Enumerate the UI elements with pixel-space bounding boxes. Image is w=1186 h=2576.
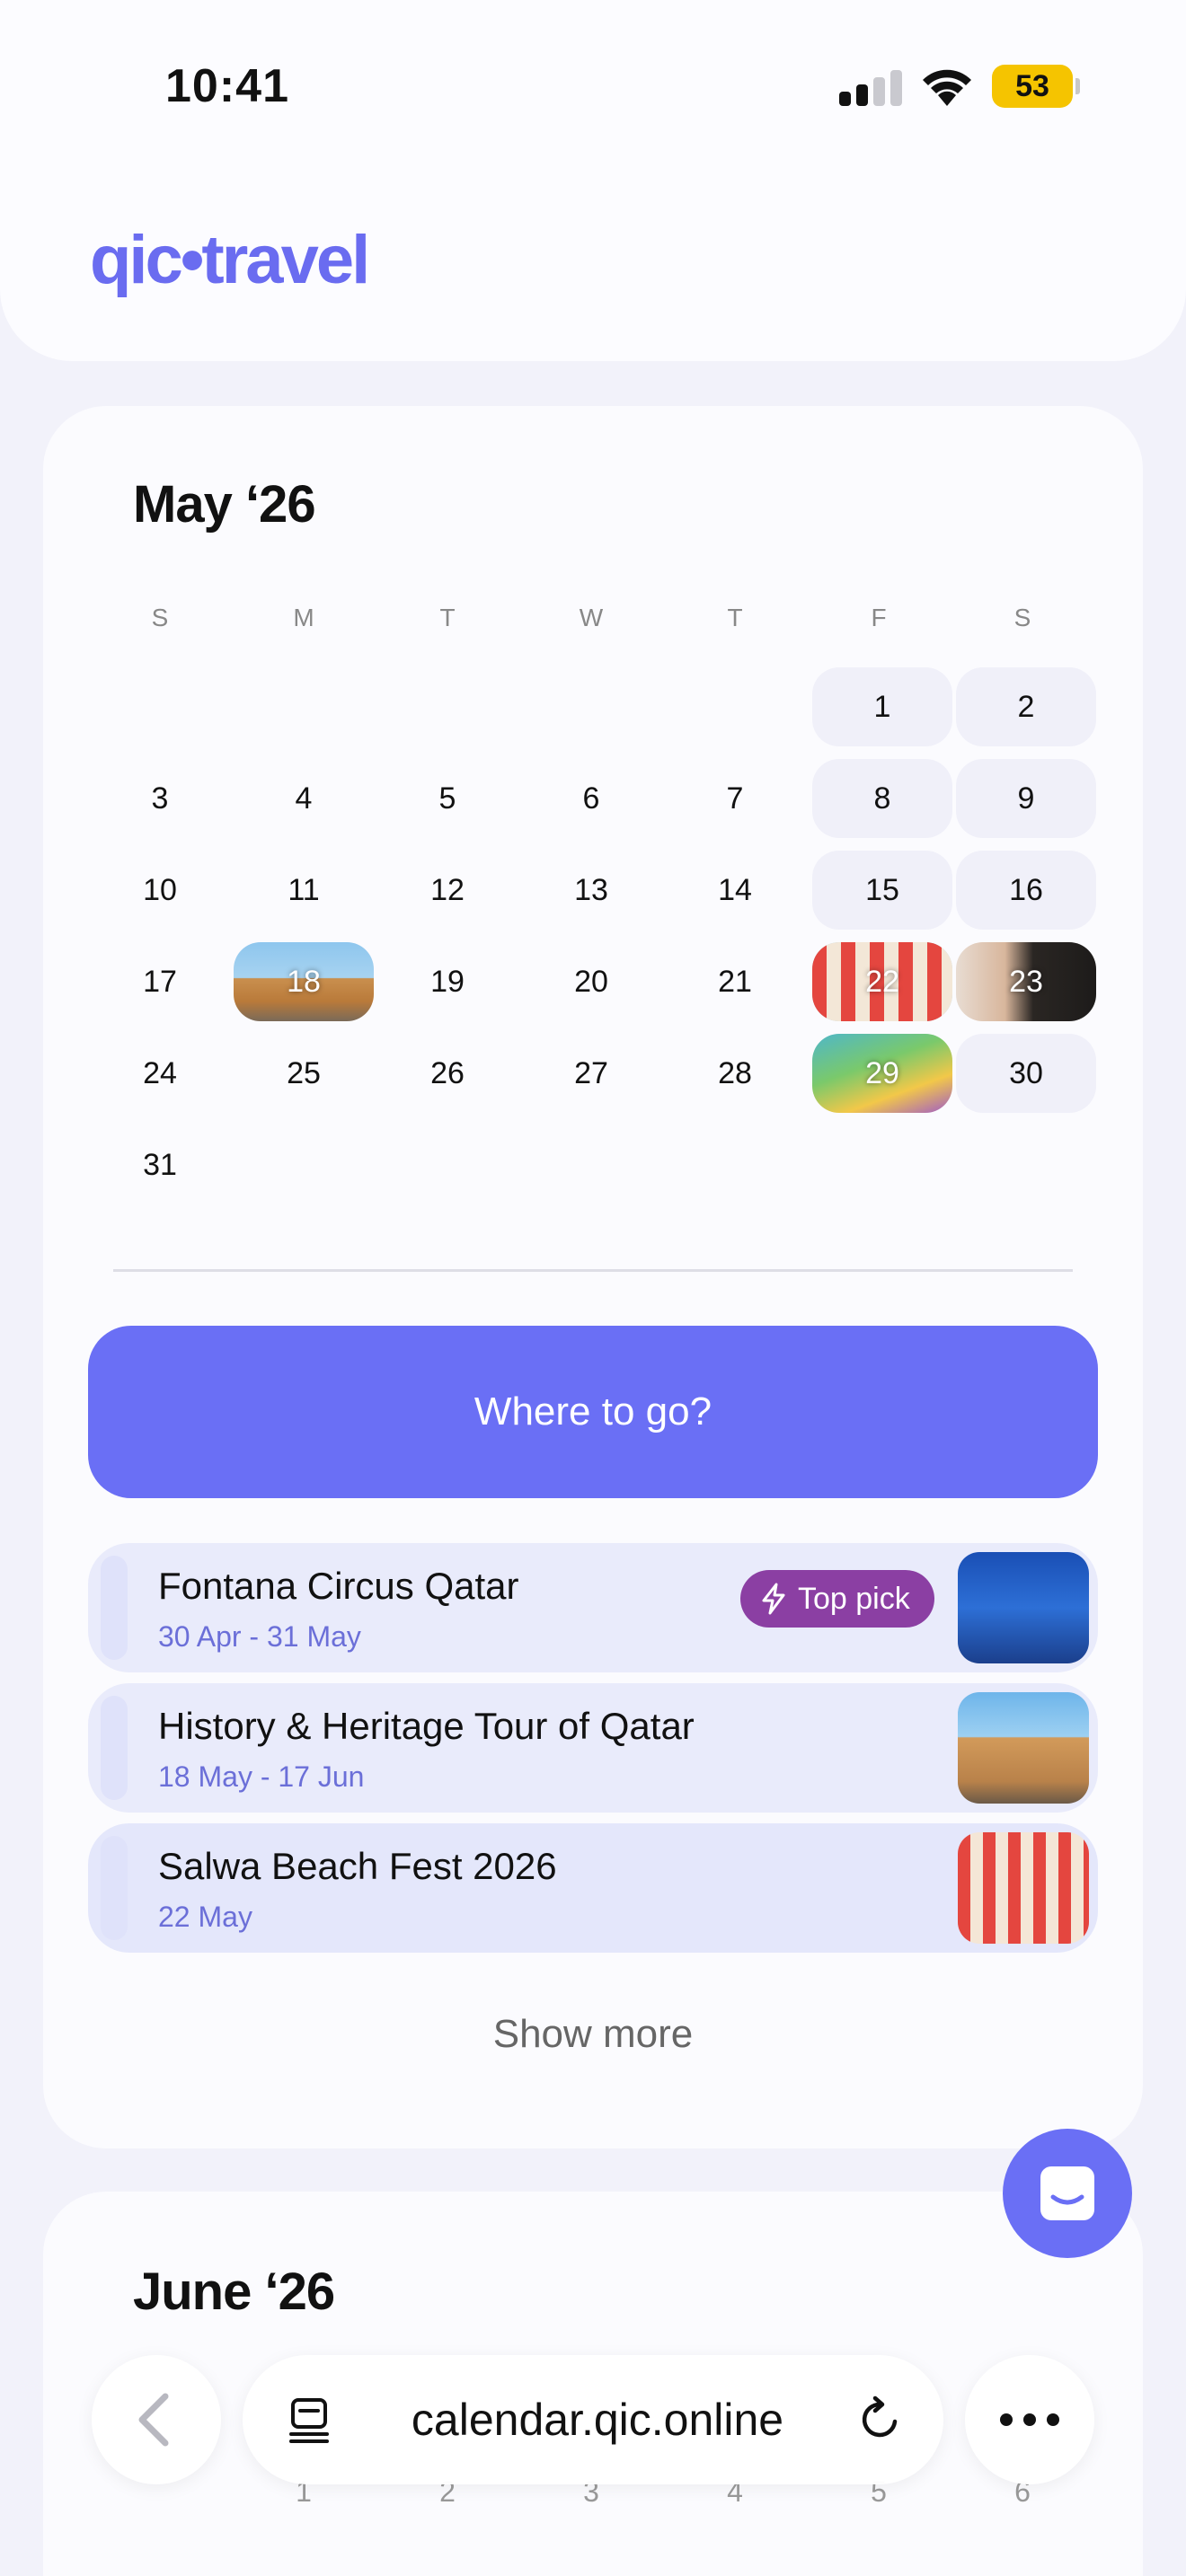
calendar-day[interactable]: 12 [377, 851, 518, 930]
chat-button[interactable] [1003, 2129, 1132, 2258]
calendar-day[interactable]: 3 [90, 759, 230, 838]
tabs-icon [289, 2398, 329, 2443]
calendar-day[interactable]: 16 [956, 851, 1096, 930]
status-time: 10:41 [165, 60, 289, 112]
calendar-day[interactable]: 2 [956, 667, 1096, 746]
day-number: 23 [1009, 965, 1043, 999]
calendar-day[interactable]: 17 [90, 942, 230, 1021]
calendar-day-with-event[interactable]: 23 [956, 942, 1096, 1021]
event-title: Salwa Beach Fest 2026 [158, 1845, 557, 1887]
calendar-day[interactable]: 10 [90, 851, 230, 930]
weekday-label: W [579, 604, 604, 631]
weekday-label: S [1013, 604, 1031, 631]
more-options-button[interactable] [965, 2355, 1094, 2484]
wifi-icon [923, 69, 971, 106]
show-more-link[interactable]: Show more [0, 2012, 1186, 2057]
calendar-day[interactable]: 28 [665, 1034, 805, 1113]
event-thumbnail [958, 1832, 1089, 1944]
url-text: calendar.qic.online [411, 2395, 784, 2445]
event-thumbnail [958, 1692, 1089, 1804]
calendar-day[interactable]: 13 [521, 851, 661, 930]
calendar-day[interactable]: 30 [956, 1034, 1096, 1113]
event-card[interactable]: Fontana Circus Qatar 30 Apr - 31 May Top… [88, 1543, 1098, 1672]
weekday-label: F [871, 604, 887, 631]
event-title: History & Heritage Tour of Qatar [158, 1705, 695, 1747]
calendar-day[interactable]: 1 [812, 667, 952, 746]
month-title: May ‘26 [133, 475, 316, 534]
address-bar[interactable]: calendar.qic.online [243, 2355, 943, 2484]
where-to-go-button[interactable]: Where to go? [88, 1326, 1098, 1498]
calendar-day[interactable]: 27 [521, 1034, 661, 1113]
calendar-day-with-event[interactable]: 22 [812, 942, 952, 1021]
calendar-day[interactable]: 11 [234, 851, 374, 930]
browser-back-button[interactable] [92, 2355, 221, 2484]
reload-icon[interactable] [855, 2395, 906, 2445]
calendar-day-with-event[interactable]: 18 [234, 942, 374, 1021]
weekday-label: S [151, 604, 169, 631]
calendar-day[interactable]: 26 [377, 1034, 518, 1113]
calendar-day[interactable]: 15 [812, 851, 952, 930]
calendar-day[interactable]: 24 [90, 1034, 230, 1113]
calendar-day[interactable]: 25 [234, 1034, 374, 1113]
calendar-day[interactable]: 4 [234, 759, 374, 838]
page: 10:41 53 qic•travel May ‘26 S M T W T F … [0, 0, 1186, 2576]
calendar-day[interactable]: 8 [812, 759, 952, 838]
event-accent-bar [101, 1696, 128, 1800]
status-bar: 10:41 53 [0, 0, 1186, 171]
calendar-day[interactable]: 7 [665, 759, 805, 838]
battery-indicator: 53 [992, 65, 1080, 108]
calendar-day[interactable]: 20 [521, 942, 661, 1021]
calendar-day[interactable]: 21 [665, 942, 805, 1021]
calendar-day[interactable]: 9 [956, 759, 1096, 838]
event-accent-bar [101, 1556, 128, 1660]
calendar-day[interactable]: 14 [665, 851, 805, 930]
event-dates: 30 Apr - 31 May [158, 1620, 361, 1653]
month-title: June ‘26 [133, 2263, 335, 2321]
calendar-day[interactable]: 31 [90, 1125, 230, 1204]
weekday-label: M [293, 604, 314, 631]
chat-icon [1040, 2166, 1094, 2220]
day-number: 22 [865, 965, 899, 999]
chevron-left-icon [138, 2393, 169, 2447]
day-number: 29 [865, 1056, 899, 1090]
event-card[interactable]: History & Heritage Tour of Qatar 18 May … [88, 1683, 1098, 1813]
badge-label: Top pick [798, 1582, 910, 1616]
event-dates: 22 May [158, 1901, 252, 1933]
event-thumbnail [958, 1552, 1089, 1663]
lightning-icon [762, 1583, 785, 1615]
weekday-label: T [727, 604, 743, 631]
event-title: Fontana Circus Qatar [158, 1565, 519, 1607]
calendar-day[interactable]: 19 [377, 942, 518, 1021]
calendar-day[interactable]: 6 [521, 759, 661, 838]
calendar-day-with-event[interactable]: 29 [812, 1034, 952, 1113]
logo[interactable]: qic•travel [90, 221, 370, 299]
day-number: 18 [287, 965, 321, 999]
event-accent-bar [101, 1836, 128, 1940]
divider [113, 1269, 1073, 1272]
calendar-day[interactable]: 5 [377, 759, 518, 838]
ellipsis-icon [1000, 2413, 1059, 2426]
event-card[interactable]: Salwa Beach Fest 2026 22 May [88, 1823, 1098, 1953]
cellular-signal-icon [839, 70, 902, 106]
weekday-label: T [439, 604, 456, 631]
event-dates: 18 May - 17 Jun [158, 1760, 365, 1793]
top-pick-badge: Top pick [740, 1570, 934, 1628]
